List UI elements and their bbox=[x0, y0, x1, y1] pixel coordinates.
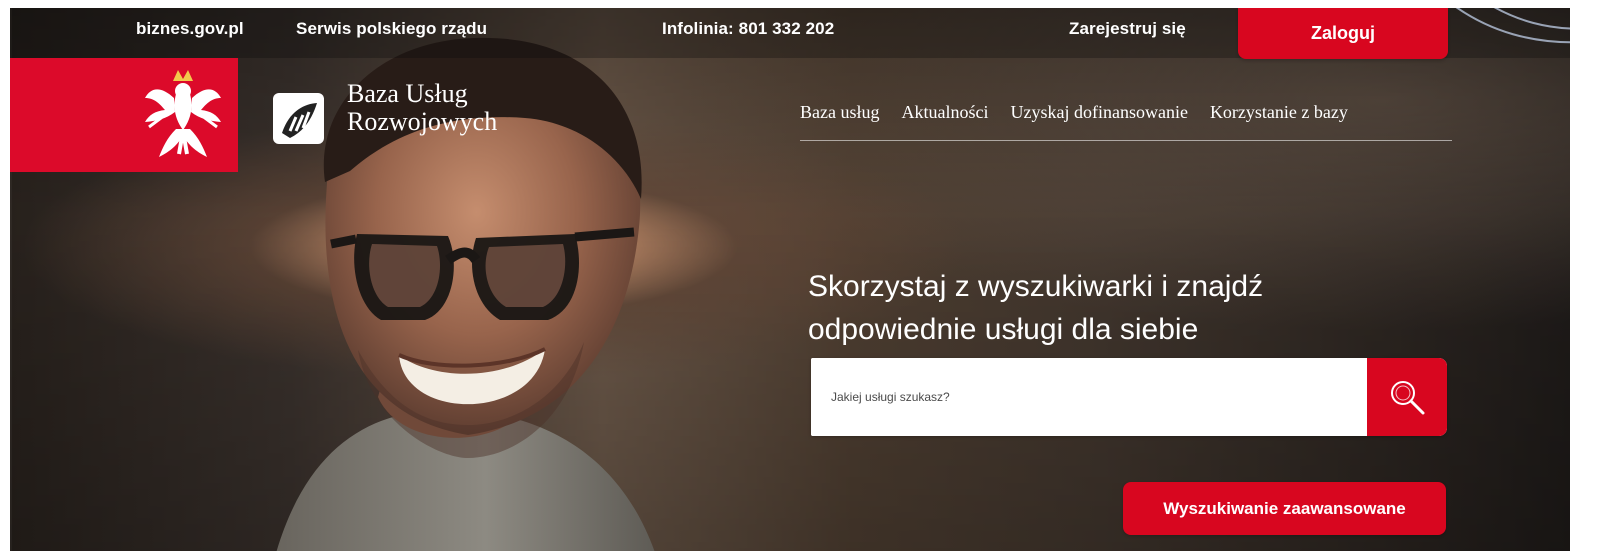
top-utility-bar: biznes.gov.pl Serwis polskiego rządu Inf… bbox=[10, 8, 1570, 59]
brand-title-line-1: Baza Usług bbox=[347, 79, 468, 108]
advanced-search-button[interactable]: Wyszukiwanie zaawansowane bbox=[1123, 482, 1446, 535]
brand-title: Baza Usług Rozwojowych bbox=[347, 80, 557, 136]
nav-korzystanie-z-bazy[interactable]: Korzystanie z bazy bbox=[1210, 100, 1348, 140]
white-eagle-icon bbox=[145, 70, 221, 157]
search-button[interactable] bbox=[1367, 358, 1447, 436]
service-search-box bbox=[811, 358, 1447, 436]
main-navigation: Baza usług Aktualności Uzyskaj dofinanso… bbox=[800, 100, 1452, 141]
hero-heading-line-2: odpowiednie usługi dla siebie bbox=[808, 313, 1199, 346]
nav-uzyskaj-dofinansowanie[interactable]: Uzyskaj dofinansowanie bbox=[1010, 100, 1187, 140]
nav-aktualnosci[interactable]: Aktualności bbox=[901, 100, 988, 140]
hero-heading: Skorzystaj z wyszukiwarki i znajdź odpow… bbox=[808, 265, 1428, 351]
hero-heading-line-1: Skorzystaj z wyszukiwarki i znajdź bbox=[808, 270, 1264, 303]
government-service-label: Serwis polskiego rządu bbox=[296, 19, 488, 38]
hero-banner: biznes.gov.pl Serwis polskiego rządu Inf… bbox=[10, 8, 1570, 551]
search-icon bbox=[1391, 381, 1425, 415]
bur-logo-icon bbox=[273, 93, 324, 144]
hotline-label: Infolinia: 801 332 202 bbox=[662, 19, 835, 38]
nav-baza-uslug[interactable]: Baza usług bbox=[800, 100, 879, 140]
brand-title-line-2: Rozwojowych bbox=[347, 107, 498, 136]
service-search-input[interactable] bbox=[811, 358, 1366, 436]
login-button[interactable]: Zaloguj bbox=[1238, 8, 1448, 59]
biznes-gov-link[interactable]: biznes.gov.pl bbox=[136, 19, 244, 39]
register-link[interactable]: Zarejestruj się bbox=[1069, 19, 1186, 39]
polish-emblem-box bbox=[10, 58, 238, 172]
